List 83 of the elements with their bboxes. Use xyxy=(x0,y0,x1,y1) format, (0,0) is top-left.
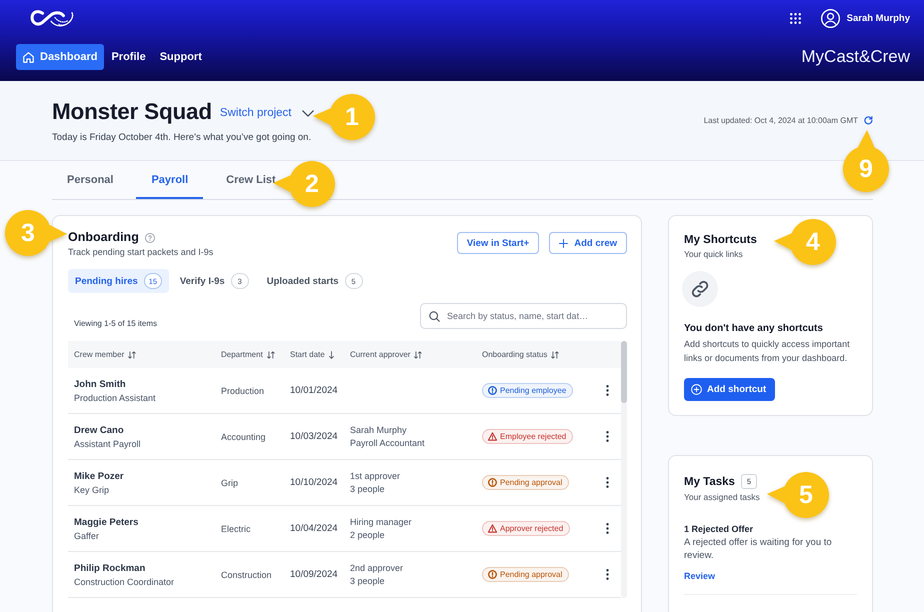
crew-name: Maggie Peters xyxy=(74,516,138,528)
help-icon[interactable] xyxy=(144,232,155,242)
scrollbar[interactable] xyxy=(621,341,627,598)
approver-detail: 3 people xyxy=(350,484,385,494)
start-date-cell: 10/10/2024 xyxy=(290,477,338,488)
start-date-cell: 10/01/2024 xyxy=(290,385,338,396)
approver-detail: 3 people xyxy=(350,576,385,586)
plus-icon xyxy=(559,238,568,248)
approver-name: 2nd approver xyxy=(350,563,404,573)
nav-item[interactable]: Dashboard xyxy=(16,44,104,70)
status-text: Pending approval xyxy=(500,570,562,579)
crew-role: Assistant Payroll xyxy=(74,438,141,448)
more-icon[interactable] xyxy=(606,385,609,396)
task-title: 1 Rejected Offer xyxy=(684,524,754,534)
add-crew-button[interactable]: Add crew xyxy=(549,232,627,254)
status-text: Pending employee xyxy=(500,386,566,395)
nav-item[interactable]: Support xyxy=(152,44,209,70)
last-updated-text: Last updated: Oct 4, 2024 at 10:00am GMT xyxy=(704,116,858,125)
crew-role: Production Assistant xyxy=(74,392,156,402)
project-subtitle: Today is Friday October 4th. Here’s what you’ve got going on. xyxy=(52,132,312,142)
home-icon xyxy=(23,52,34,62)
add-shortcut-button[interactable]: Add shortcut xyxy=(684,378,776,401)
view-button[interactable]: View in Start+ xyxy=(456,232,540,254)
approver-name: 1st approver xyxy=(350,471,400,481)
approver-name: Hiring manager xyxy=(350,517,412,527)
department-cell: Electric xyxy=(221,524,251,534)
column-header[interactable]: Department xyxy=(221,350,275,359)
card-title: Onboarding xyxy=(68,230,139,245)
crew-name: Mike Pozer xyxy=(74,470,124,482)
more-icon[interactable] xyxy=(606,523,609,534)
card-subtitle: Your quick links xyxy=(684,249,743,259)
user-name[interactable]: Sarah Murphy xyxy=(846,12,910,24)
crew-name: Drew Cano xyxy=(74,424,124,436)
refresh-icon[interactable] xyxy=(864,116,873,125)
tab[interactable]: Payroll xyxy=(136,161,204,199)
review-link[interactable]: Review xyxy=(684,571,716,581)
department-cell: Accounting xyxy=(221,432,266,442)
start-date-cell: 10/09/2024 xyxy=(290,569,338,580)
project-title: Monster Squad xyxy=(52,98,212,124)
tab[interactable]: Personal xyxy=(52,161,128,199)
card-title: My Tasks xyxy=(684,476,735,488)
search-field[interactable]: Search by status, name, start dat… xyxy=(420,303,627,329)
column-header[interactable]: Onboarding status xyxy=(482,350,560,359)
plus-circle-icon xyxy=(691,384,702,395)
empty-state-text: Add shortcuts to quickly access important links or documents from your dashboard. xyxy=(684,338,851,365)
task-description: A rejected offer is waiting for you to review. xyxy=(684,536,833,562)
approver-detail: Payroll Accountant xyxy=(350,438,425,448)
status-text: Pending approval xyxy=(500,478,562,487)
department-cell: Grip xyxy=(221,478,238,488)
crew-role: Gaffer xyxy=(74,530,99,540)
link-icon xyxy=(682,271,718,307)
user-icon[interactable] xyxy=(820,8,840,28)
item-count-text: Viewing 1-5 of 15 items xyxy=(74,319,158,328)
crew-role: Key Grip xyxy=(74,484,110,494)
status-text: Approver rejected xyxy=(500,524,564,533)
department-cell: Construction xyxy=(221,570,272,580)
apps-grid-icon[interactable] xyxy=(790,12,801,24)
brand-name: MyCast&Crew xyxy=(801,47,910,67)
approver-name: Sarah Murphy xyxy=(350,425,407,435)
card-subtitle: Track pending start packets and I-9s xyxy=(68,247,214,257)
department-cell: Production xyxy=(221,386,264,396)
column-header[interactable]: Start date xyxy=(290,350,334,359)
crew-name: Philip Rockman xyxy=(74,562,146,574)
column-header[interactable]: Crew member xyxy=(74,350,136,359)
status-text: Employee rejected xyxy=(500,432,566,441)
more-icon[interactable] xyxy=(606,569,609,580)
tab[interactable]: Crew List xyxy=(211,161,291,199)
start-date-cell: 10/03/2024 xyxy=(290,431,338,442)
search-icon xyxy=(429,310,440,322)
column-header[interactable]: Current approver xyxy=(350,350,422,359)
start-date-cell: 10/04/2024 xyxy=(290,523,338,534)
empty-state-title: You don't have any shortcuts xyxy=(684,323,823,334)
approver-detail: 2 people xyxy=(350,530,385,540)
switch-project-link[interactable]: Switch project xyxy=(220,107,314,119)
more-icon[interactable] xyxy=(606,477,609,488)
chevron-down-icon xyxy=(302,110,314,116)
crew-role: Construction Coordinator xyxy=(74,576,174,586)
more-icon[interactable] xyxy=(606,431,609,442)
card-title: My Shortcuts xyxy=(684,234,757,246)
card-subtitle: Your assigned tasks xyxy=(684,492,760,502)
crew-name: John Smith xyxy=(74,378,126,390)
logo-icon[interactable] xyxy=(30,8,76,28)
nav-item[interactable]: Profile xyxy=(104,44,153,70)
